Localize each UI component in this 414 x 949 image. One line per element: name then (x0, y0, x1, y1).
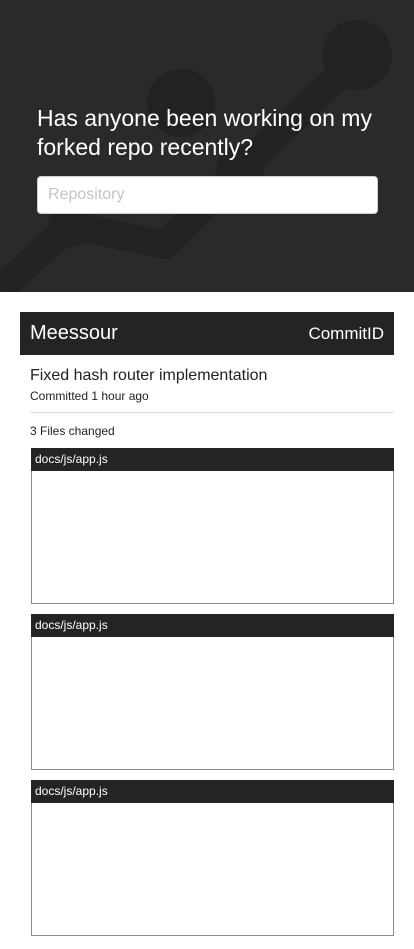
files-changed-count: 3 Files changed (30, 424, 115, 438)
file-path: docs/js/app.js (31, 780, 394, 803)
hero-title: Has anyone been working on my forked rep… (37, 105, 372, 160)
commit-author: Meessour (30, 322, 118, 344)
changed-file: docs/js/app.js (31, 614, 394, 770)
file-path: docs/js/app.js (31, 448, 394, 471)
changed-file: docs/js/app.js (31, 448, 394, 604)
divider (30, 412, 394, 413)
commit-time: Committed 1 hour ago (30, 389, 149, 403)
commit-id: CommitID (308, 323, 384, 343)
commit-message: Fixed hash router implementation (30, 367, 268, 384)
file-path: docs/js/app.js (31, 614, 394, 637)
repository-search-input[interactable] (37, 176, 378, 214)
hero-section: Has anyone been working on my forked rep… (0, 0, 414, 292)
commit-card: Meessour CommitID Fixed hash router impl… (20, 312, 394, 936)
commit-card-header: Meessour CommitID (20, 312, 394, 355)
changed-file: docs/js/app.js (31, 780, 394, 936)
